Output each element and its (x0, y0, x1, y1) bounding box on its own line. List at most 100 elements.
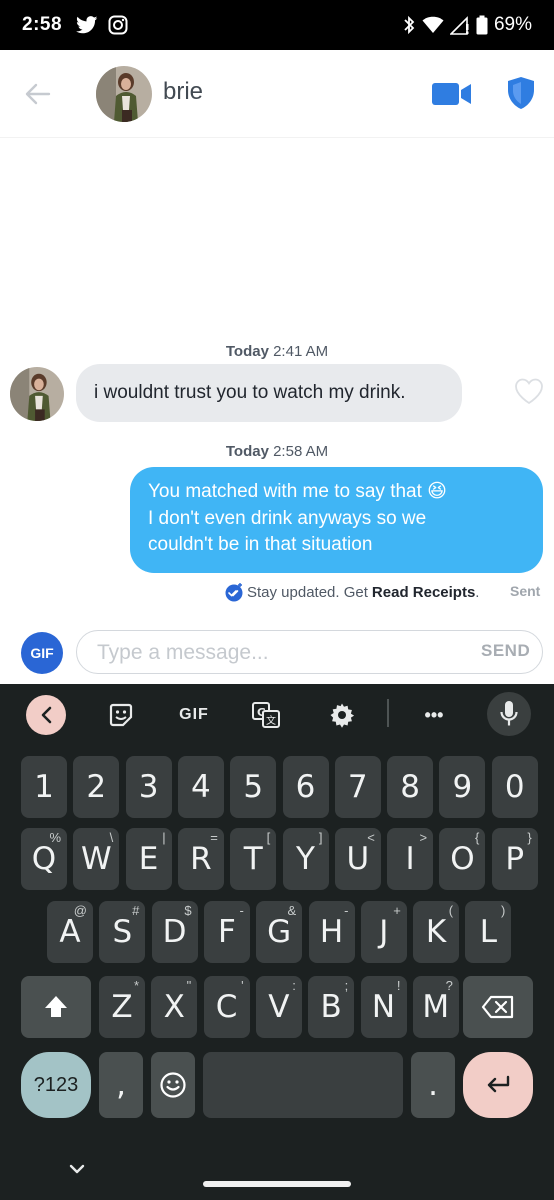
key-label: S (112, 914, 133, 950)
key-0[interactable]: 0 (491, 756, 538, 818)
key-x[interactable]: " X (151, 976, 198, 1038)
svg-text:文: 文 (266, 714, 276, 727)
key-label: A (59, 914, 81, 950)
receipts-prompt: Stay updated. Get (247, 583, 368, 601)
read-receipts-link[interactable]: Read Receipts (372, 584, 475, 601)
key-4[interactable]: 4 (177, 756, 224, 818)
message-avatar[interactable] (10, 367, 64, 421)
key-r[interactable]: = R (177, 828, 224, 890)
key-hint: ] (318, 830, 323, 845)
keyboard-settings-button[interactable] (324, 698, 360, 732)
match-name[interactable]: brie (163, 78, 203, 106)
key-j[interactable]: + J (360, 901, 407, 963)
match-avatar[interactable] (96, 66, 152, 122)
key-p[interactable]: } P (491, 828, 538, 890)
key-3[interactable]: 3 (125, 756, 172, 818)
backspace-icon (481, 995, 514, 1019)
key-hint: ( (448, 903, 454, 918)
symbols-key[interactable]: ?123 (21, 1052, 91, 1118)
key-g[interactable]: & G (256, 901, 303, 963)
key-label: R (190, 841, 212, 877)
key-label: B (320, 989, 342, 1025)
nav-chevron-down-icon[interactable] (66, 1162, 88, 1176)
spacebar-key[interactable] (203, 1052, 403, 1118)
comma-key[interactable]: , (99, 1052, 143, 1118)
key-u[interactable]: < U (334, 828, 381, 890)
enter-key[interactable] (463, 1052, 533, 1118)
more-options-button[interactable]: ••• (414, 698, 454, 732)
key-label: G (267, 914, 292, 950)
timestamp-2: Today 2:58 AM (0, 443, 554, 460)
receipts-period: . (475, 583, 480, 601)
key-c[interactable]: ' C (203, 976, 250, 1038)
gesture-nav-bar[interactable] (203, 1181, 351, 1187)
sticker-icon (109, 703, 133, 727)
sticker-button[interactable] (104, 698, 138, 732)
key-f[interactable]: -F (203, 901, 250, 963)
timestamp-time: 2:41 AM (273, 343, 329, 360)
key-1[interactable]: 1 (21, 756, 67, 818)
key-9[interactable]: 9 (439, 756, 486, 818)
timestamp-day: Today (225, 343, 269, 360)
key-t[interactable]: [T (230, 828, 277, 890)
key-y[interactable]: ] Y (282, 828, 329, 890)
key-label: H (319, 914, 344, 950)
key-k[interactable]: (K (413, 901, 460, 963)
key-o[interactable]: {O (439, 828, 486, 890)
key-n[interactable]: ! N (360, 976, 407, 1038)
like-message-button[interactable] (514, 377, 544, 405)
key-hint: < (367, 830, 375, 845)
keyboard-gif-button[interactable]: GIF (170, 698, 218, 732)
translate-button[interactable]: G文 (248, 698, 284, 732)
key-e[interactable]: | E (125, 828, 172, 890)
key-m[interactable]: ? M (412, 976, 459, 1038)
key-s[interactable]: # S (99, 901, 146, 963)
safety-shield-button[interactable] (506, 76, 536, 110)
key-l[interactable]: ) L (465, 901, 512, 963)
key-w[interactable]: \ W (73, 828, 120, 890)
key-label: U (346, 841, 370, 877)
backspace-key[interactable] (463, 976, 533, 1038)
key-b[interactable]: ; B (308, 976, 355, 1038)
period-key[interactable]: . (411, 1052, 455, 1118)
voice-input-button[interactable] (487, 692, 531, 736)
read-receipt-check-icon (225, 583, 243, 602)
key-a[interactable]: @ A (47, 901, 93, 963)
key-2[interactable]: 2 (73, 756, 120, 818)
shift-key[interactable] (21, 976, 91, 1038)
key-6[interactable]: 6 (282, 756, 329, 818)
key-h[interactable]: -H (308, 901, 355, 963)
key-v[interactable]: :V (255, 976, 302, 1038)
key-hint: ! (396, 978, 401, 993)
key-hint: + (393, 903, 401, 918)
key-5[interactable]: 5 (230, 756, 277, 818)
key-label: D (162, 914, 187, 950)
emoji-key[interactable] (151, 1052, 195, 1118)
key-q[interactable]: % Q (21, 828, 67, 890)
timestamp-day: Today (225, 443, 269, 460)
key-hint: } (527, 830, 532, 845)
key-label: J (379, 914, 389, 950)
wifi-icon (422, 16, 444, 33)
incoming-message-bubble[interactable]: i wouldnt trust you to watch my drink. (76, 364, 462, 422)
avatar-photo (10, 367, 64, 421)
key-8[interactable]: 8 (387, 756, 434, 818)
key-i[interactable]: > I (387, 828, 434, 890)
key-z[interactable]: * Z (99, 976, 145, 1038)
gif-button[interactable]: GIF (21, 632, 63, 674)
key-hint: ; (344, 978, 349, 993)
video-call-button[interactable] (432, 80, 472, 108)
key-hint: * (133, 978, 139, 993)
key-label: 7 (347, 769, 368, 805)
keyboard-collapse-button[interactable] (26, 695, 66, 735)
send-button[interactable]: SEND (481, 641, 530, 661)
key-7[interactable]: 7 (334, 756, 381, 818)
back-button[interactable] (22, 78, 54, 110)
toolbar-divider (387, 699, 389, 727)
key-hint: | (162, 830, 166, 845)
message-input[interactable] (97, 639, 457, 667)
key-label: Y (296, 841, 315, 877)
key-d[interactable]: $ D (151, 901, 198, 963)
outgoing-message-bubble[interactable]: You matched with me to say that 😆 I don'… (130, 467, 543, 573)
read-receipts-promo[interactable]: Stay updated. Get Read Receipts. (224, 581, 479, 603)
